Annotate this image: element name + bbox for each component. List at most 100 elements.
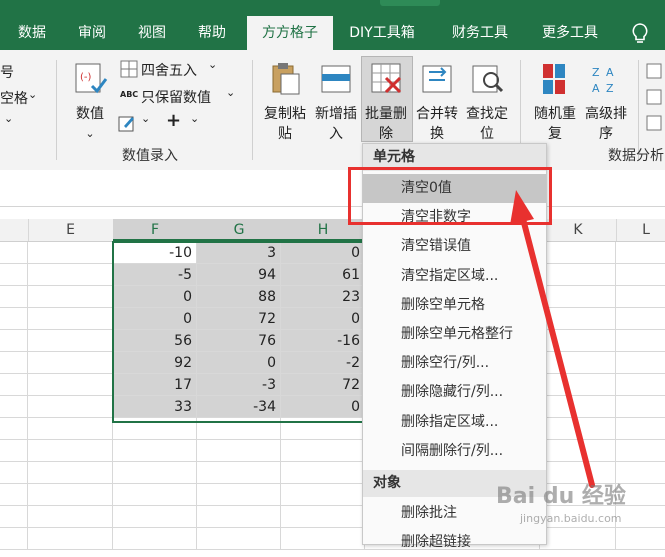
grid-cell[interactable] [616, 330, 665, 352]
grid-cell[interactable] [616, 396, 665, 418]
grid-cell[interactable] [28, 374, 113, 396]
grid-cell[interactable] [0, 264, 28, 286]
batch-delete-button[interactable]: 批量删 除 [361, 60, 411, 144]
grid-cell[interactable] [197, 440, 281, 462]
grid-cell[interactable] [281, 462, 365, 484]
grid-cell[interactable] [0, 242, 28, 264]
data-cell[interactable]: 33 [113, 396, 197, 418]
grid-cell[interactable] [28, 242, 113, 264]
grid-cell[interactable] [28, 484, 113, 506]
data-cell[interactable]: 56 [113, 330, 197, 352]
column-header-g[interactable]: G [197, 219, 282, 241]
data-cell[interactable]: 72 [281, 374, 365, 396]
grid-cell[interactable] [0, 418, 28, 440]
keep-value-button[interactable]: 只保留数值 [141, 87, 211, 107]
tab-help[interactable]: 帮助 [184, 18, 240, 50]
grid-cell[interactable] [0, 308, 28, 330]
grid-cell[interactable] [616, 528, 665, 550]
data-cell[interactable]: 0 [113, 286, 197, 308]
grid-cell[interactable] [616, 374, 665, 396]
grid-cell[interactable] [281, 418, 365, 440]
column-header-partial[interactable] [0, 219, 29, 241]
grid-cell[interactable] [281, 440, 365, 462]
grid-cell[interactable] [0, 374, 28, 396]
tab-data[interactable]: 数据 [4, 18, 60, 50]
grid-cell[interactable] [616, 352, 665, 374]
chevron-down-icon[interactable]: ⌄ [28, 88, 37, 101]
column-header-h[interactable]: H [281, 219, 366, 241]
grid-cell[interactable] [28, 352, 113, 374]
chevron-down-icon[interactable]: ⌄ [226, 86, 235, 99]
data-cell[interactable]: -3 [197, 374, 281, 396]
advanced-sort-button[interactable]: ZA AZ 高级排 序 [580, 60, 632, 144]
grid-cell[interactable] [540, 528, 616, 550]
data-cell[interactable]: -10 [113, 242, 197, 264]
grid-cell[interactable] [616, 264, 665, 286]
data-cell[interactable]: 0 [281, 242, 365, 264]
small-tool-icons[interactable] [646, 62, 662, 132]
grid-cell[interactable] [616, 440, 665, 462]
grid-cell[interactable] [0, 352, 28, 374]
data-cell[interactable]: 92 [113, 352, 197, 374]
grid-cell[interactable] [28, 330, 113, 352]
tab-review[interactable]: 审阅 [64, 18, 120, 50]
grid-cell[interactable] [28, 418, 113, 440]
grid-cell[interactable] [113, 484, 197, 506]
data-cell[interactable]: 72 [197, 308, 281, 330]
ribbon-partial-label-2[interactable]: 空格 [0, 88, 28, 108]
chevron-down-icon[interactable]: ⌄ [190, 112, 199, 125]
chevron-down-icon[interactable]: ⌄ [208, 58, 217, 71]
lightbulb-icon[interactable] [630, 22, 650, 46]
grid-cell[interactable] [113, 506, 197, 528]
data-cell[interactable]: 0 [197, 352, 281, 374]
column-header-f[interactable]: F [113, 219, 198, 241]
grid-cell[interactable] [28, 462, 113, 484]
grid-cell[interactable] [28, 440, 113, 462]
grid-cell[interactable] [616, 308, 665, 330]
grid-cell[interactable] [0, 462, 28, 484]
column-header-e[interactable]: E [28, 219, 114, 241]
numeric-button[interactable]: (-) 数值 ⌄ [66, 60, 114, 144]
edit-icon[interactable] [118, 114, 136, 132]
data-cell[interactable]: 61 [281, 264, 365, 286]
grid-cell[interactable] [28, 264, 113, 286]
data-cell[interactable]: 3 [197, 242, 281, 264]
grid-cell[interactable] [113, 528, 197, 550]
tab-view[interactable]: 视图 [124, 18, 180, 50]
grid-cell[interactable] [28, 286, 113, 308]
grid-cell[interactable] [616, 242, 665, 264]
ribbon-partial-label-1[interactable]: 号 [0, 62, 14, 82]
data-cell[interactable]: 76 [197, 330, 281, 352]
data-cell[interactable]: 0 [281, 308, 365, 330]
grid-cell[interactable] [197, 462, 281, 484]
chevron-down-icon[interactable]: ⌄ [4, 112, 13, 125]
merge-convert-button[interactable]: 合并转 换 [412, 60, 462, 144]
data-cell[interactable]: 0 [113, 308, 197, 330]
copy-paste-button[interactable]: 复制粘 贴 [260, 60, 310, 144]
grid-cell[interactable] [0, 440, 28, 462]
data-cell[interactable]: 0 [281, 396, 365, 418]
grid-cell[interactable] [197, 506, 281, 528]
tab-diy[interactable]: DIY工具箱 [340, 18, 424, 50]
grid-cell[interactable] [0, 330, 28, 352]
data-cell[interactable]: -2 [281, 352, 365, 374]
grid-cell[interactable] [197, 418, 281, 440]
tab-more-tools[interactable]: 更多工具 [530, 18, 610, 50]
grid-cell[interactable] [28, 396, 113, 418]
grid-cell[interactable] [0, 528, 28, 550]
grid-cell[interactable] [0, 506, 28, 528]
data-cell[interactable]: -34 [197, 396, 281, 418]
insert-button[interactable]: 新增插 入 [311, 60, 361, 144]
grid-cell[interactable] [616, 286, 665, 308]
plus-button[interactable]: + [166, 110, 181, 131]
data-cell[interactable]: 23 [281, 286, 365, 308]
grid-cell[interactable] [616, 418, 665, 440]
grid-cell[interactable] [0, 286, 28, 308]
data-cell[interactable]: 17 [113, 374, 197, 396]
grid-cell[interactable] [28, 308, 113, 330]
data-cell[interactable]: -5 [113, 264, 197, 286]
grid-cell[interactable] [197, 484, 281, 506]
grid-cell[interactable] [0, 396, 28, 418]
grid-cell[interactable] [28, 528, 113, 550]
tab-finance[interactable]: 财务工具 [440, 18, 520, 50]
